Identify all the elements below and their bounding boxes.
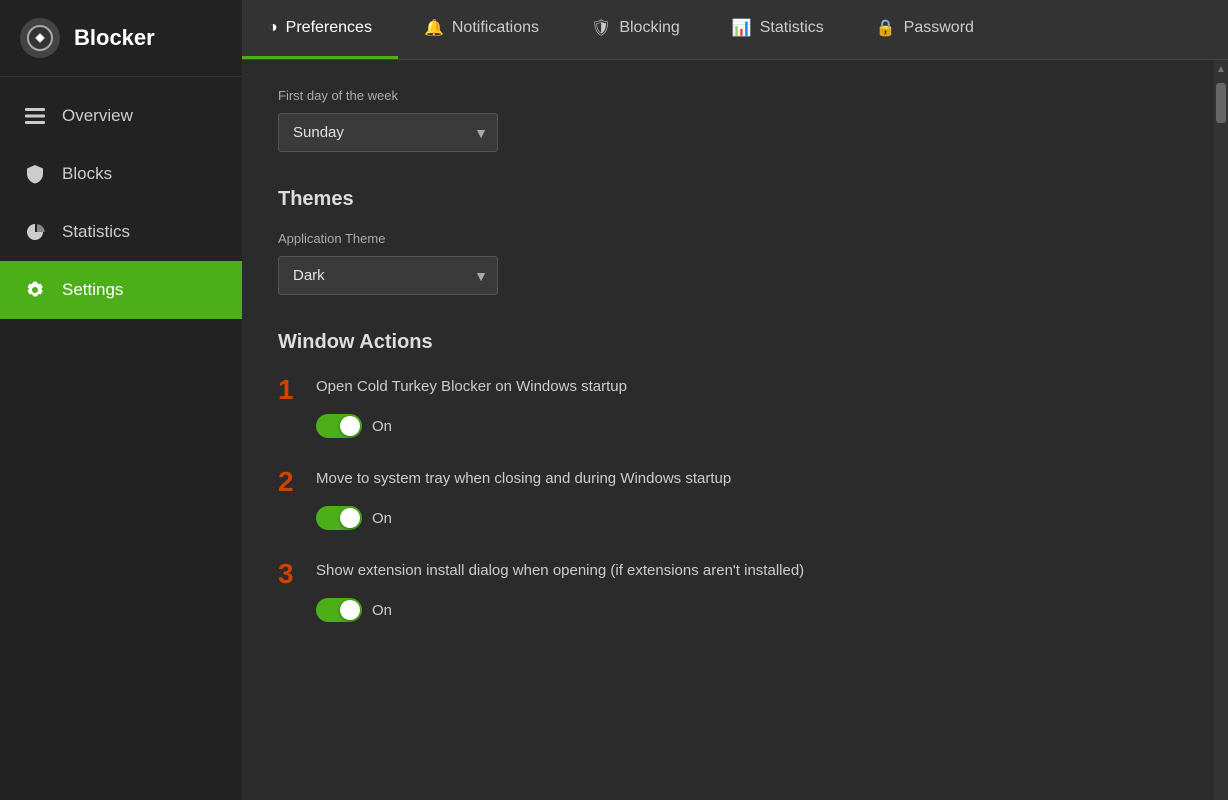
action-number-2: 2: [278, 468, 302, 496]
sidebar-nav: Overview Blocks Statistics: [0, 77, 242, 319]
toggle-row-1: On: [278, 414, 1178, 438]
toggle-1[interactable]: [316, 414, 362, 438]
sidebar-item-settings-label: Settings: [62, 280, 123, 300]
scrollbar-up-arrow[interactable]: ▲: [1216, 60, 1226, 79]
toggle-row-2: On: [278, 506, 1178, 530]
tab-preferences[interactable]: ◑ Preferences: [242, 0, 398, 59]
sidebar-item-overview-label: Overview: [62, 106, 133, 126]
action-number-1: 1: [278, 376, 302, 404]
tab-password[interactable]: 🔒 Password: [850, 0, 1000, 59]
tab-password-label: Password: [904, 19, 974, 37]
action-text-2: Move to system tray when closing and dur…: [316, 466, 731, 487]
tab-blocking-label: Blocking: [619, 19, 679, 37]
right-scrollbar[interactable]: ▲: [1214, 60, 1228, 800]
tab-blocking[interactable]: 🛡 Blocking: [565, 0, 706, 59]
tab-notifications-label: Notifications: [452, 19, 539, 37]
action-number-3: 3: [278, 560, 302, 588]
scrollbar-thumb[interactable]: [1216, 83, 1226, 123]
tab-statistics[interactable]: 📊 Statistics: [706, 0, 850, 59]
sidebar-item-settings[interactable]: Settings: [0, 261, 242, 319]
sidebar: Blocker Overview Blocks: [0, 0, 242, 800]
app-theme-select-wrapper: Dark Light ▼: [278, 256, 498, 295]
statistics-tab-icon: 📊: [732, 18, 752, 38]
preferences-icon: ◑: [268, 19, 278, 37]
tab-preferences-label: Preferences: [286, 19, 372, 37]
window-actions-title: Window Actions: [278, 331, 1178, 354]
action-text-3: Show extension install dialog when openi…: [316, 558, 804, 579]
toggle-2[interactable]: [316, 506, 362, 530]
app-theme-label: Application Theme: [278, 231, 1178, 246]
action-text-1: Open Cold Turkey Blocker on Windows star…: [316, 374, 627, 395]
action-item-1: 1 Open Cold Turkey Blocker on Windows st…: [278, 374, 1178, 438]
gear-icon: [24, 279, 46, 301]
menu-icon: [24, 105, 46, 127]
action-row-2: 2 Move to system tray when closing and d…: [278, 466, 1178, 496]
toggle-3[interactable]: [316, 598, 362, 622]
notifications-icon: 🔔: [424, 18, 444, 38]
first-day-label: First day of the week: [278, 88, 1178, 103]
toggle-label-2: On: [372, 510, 392, 527]
tab-statistics-label: Statistics: [760, 19, 824, 37]
password-icon: 🔒: [876, 18, 896, 38]
sidebar-item-blocks[interactable]: Blocks: [0, 145, 242, 203]
sidebar-item-blocks-label: Blocks: [62, 164, 112, 184]
action-item-3: 3 Show extension install dialog when ope…: [278, 558, 1178, 622]
app-name: Blocker: [74, 25, 155, 51]
first-day-select-wrapper: Sunday Monday ▼: [278, 113, 498, 152]
pie-icon: [24, 221, 46, 243]
app-header: Blocker: [0, 0, 242, 77]
toggle-row-3: On: [278, 598, 1178, 622]
blocking-icon: 🛡: [591, 18, 611, 38]
toggle-label-3: On: [372, 602, 392, 619]
preferences-content: First day of the week Sunday Monday ▼ Th…: [242, 60, 1214, 800]
app-logo: [20, 18, 60, 58]
action-row-3: 3 Show extension install dialog when ope…: [278, 558, 1178, 588]
app-theme-select[interactable]: Dark Light: [278, 256, 498, 295]
shield-icon: [24, 163, 46, 185]
tab-notifications[interactable]: 🔔 Notifications: [398, 0, 565, 59]
window-actions-list: 1 Open Cold Turkey Blocker on Windows st…: [278, 374, 1178, 622]
tab-bar: ◑ Preferences 🔔 Notifications 🛡 Blocking…: [242, 0, 1228, 60]
toggle-label-1: On: [372, 418, 392, 435]
themes-title: Themes: [278, 188, 1178, 211]
action-row-1: 1 Open Cold Turkey Blocker on Windows st…: [278, 374, 1178, 404]
sidebar-item-statistics-label: Statistics: [62, 222, 130, 242]
sidebar-item-statistics[interactable]: Statistics: [0, 203, 242, 261]
first-day-select[interactable]: Sunday Monday: [278, 113, 498, 152]
main-area: ◑ Preferences 🔔 Notifications 🛡 Blocking…: [242, 0, 1228, 800]
sidebar-item-overview[interactable]: Overview: [0, 87, 242, 145]
action-item-2: 2 Move to system tray when closing and d…: [278, 466, 1178, 530]
